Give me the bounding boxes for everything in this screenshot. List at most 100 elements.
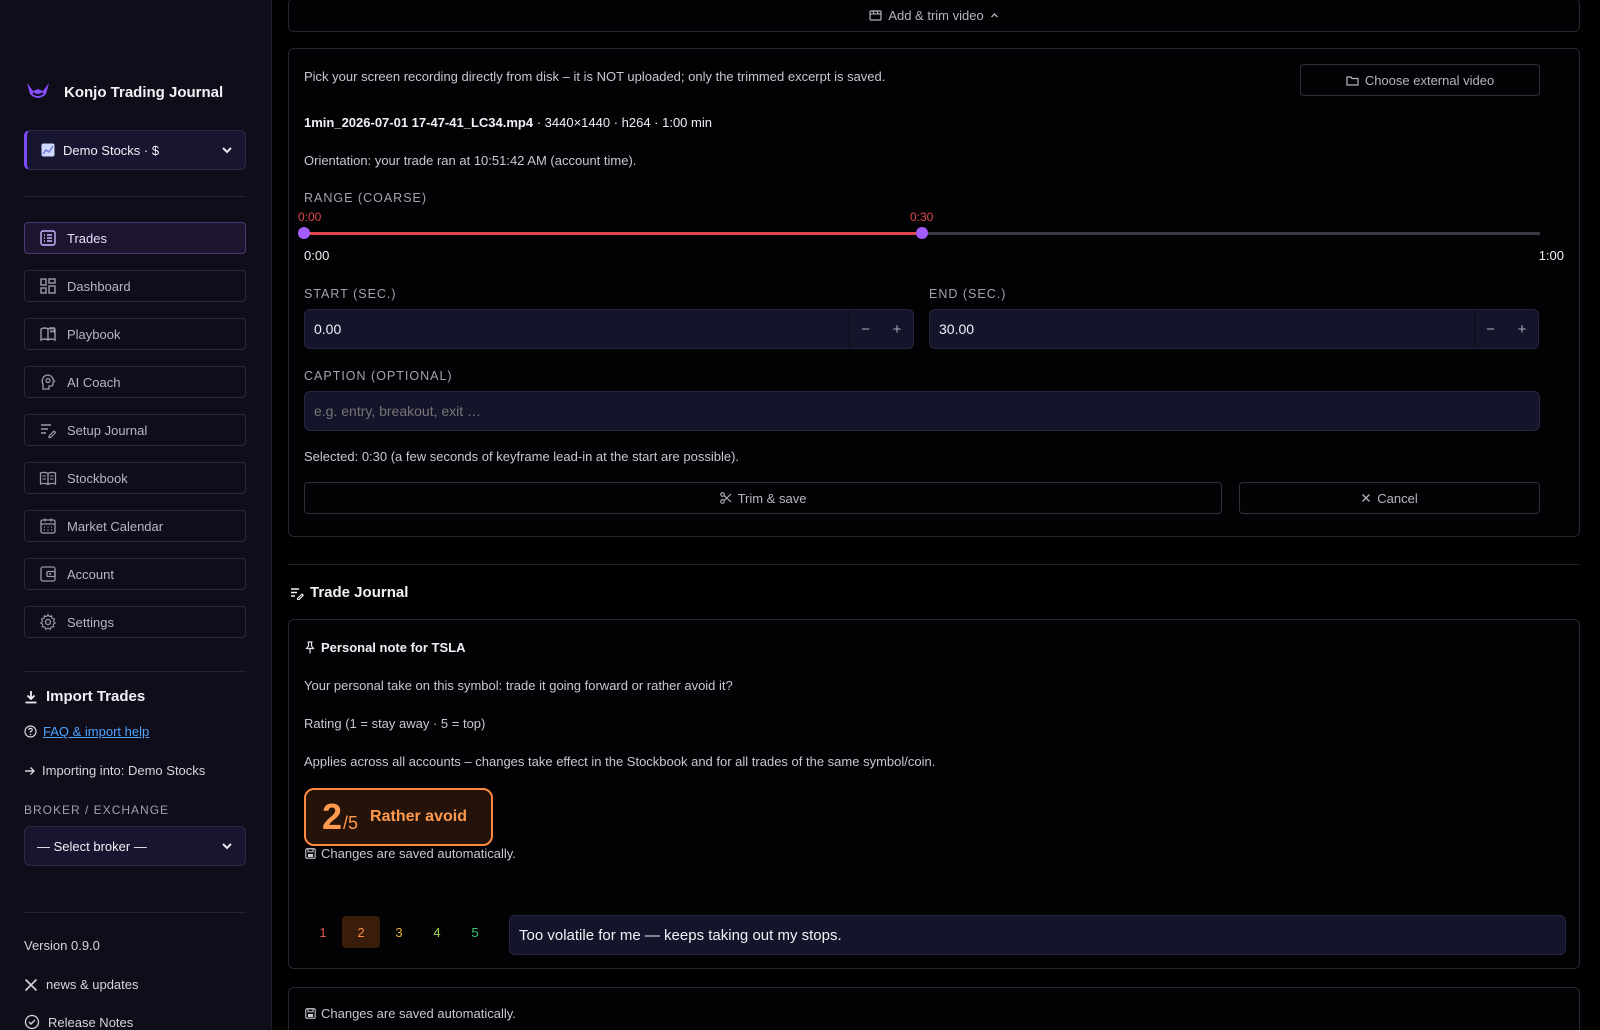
sidebar-divider (24, 671, 246, 672)
news-link-label: news & updates (46, 977, 139, 992)
range-start-value: 0:00 (298, 210, 322, 224)
range-start-handle[interactable] (298, 227, 310, 239)
account-select-label: Demo Stocks · $ (63, 142, 160, 158)
sidebar-item-ai-coach[interactable]: AI Coach (24, 366, 246, 398)
choose-external-video-label: Choose external video (1364, 72, 1495, 88)
edit-lines-icon (41, 424, 57, 439)
save-icon (305, 848, 316, 859)
end-increment-button[interactable]: + (1506, 310, 1538, 348)
personal-note-panel: Personal note for TSLA Your personal tak… (288, 619, 1580, 969)
account-select[interactable]: Demo Stocks · $ (24, 130, 246, 170)
sidebar-item-setup-journal[interactable]: Setup Journal (24, 414, 246, 446)
cancel-button[interactable]: Cancel (1239, 482, 1540, 514)
file-info: 1min_2026-07-01 17-47-41_LC34.mp4 · 3440… (304, 115, 712, 130)
rating-button-3[interactable]: 3 (380, 916, 418, 948)
orientation-text: Orientation: your trade ran at 10:51:42 … (304, 153, 637, 168)
edit-lines-icon (291, 587, 304, 600)
section-divider (288, 564, 1580, 565)
chevron-down-icon (222, 147, 232, 154)
sidebar-item-label: Dashboard (67, 278, 131, 294)
calendar-icon (40, 518, 56, 534)
sidebar-item-label: Trades (67, 230, 107, 246)
selected-duration-text: Selected: 0:30 (a few seconds of keyfram… (304, 449, 740, 464)
trim-save-button[interactable]: Trim & save (304, 482, 1222, 514)
rating-score-max: /5 (343, 813, 359, 833)
book-open-icon (40, 327, 56, 342)
importing-into-label: Importing into: Demo Stocks (42, 763, 206, 778)
pin-icon (305, 641, 315, 654)
sidebar-item-label: Setup Journal (67, 422, 148, 438)
trade-journal-title: Trade Journal (310, 584, 409, 601)
trim-save-label: Trim & save (737, 490, 807, 506)
konjo-logo-icon (27, 83, 49, 98)
trim-description: Pick your screen recording directly from… (304, 69, 886, 84)
add-trim-video-toggle[interactable]: Add & trim video (288, 0, 1580, 32)
dashboard-icon (40, 278, 56, 294)
range-end-value: 0:30 (910, 210, 934, 224)
sidebar-item-playbook[interactable]: Playbook (24, 318, 246, 350)
sidebar-item-account[interactable]: Account (24, 558, 246, 590)
rating-button-4[interactable]: 4 (418, 916, 456, 948)
trade-journal-heading: Trade Journal (290, 584, 408, 601)
applies-text: Applies across all accounts – changes ta… (304, 754, 936, 769)
x-logo-icon (24, 978, 38, 991)
version-label: Version 0.9.0 (24, 938, 100, 953)
main-content: Add & trim video Pick your screen record… (272, 0, 1600, 1030)
note-question: Your personal take on this symbol: trade… (304, 678, 733, 693)
sidebar-item-dashboard[interactable]: Dashboard (24, 270, 246, 302)
rating-button-1[interactable]: 1 (304, 916, 342, 948)
news-link[interactable]: news & updates (24, 977, 139, 992)
rating-scale-text: Rating (1 = stay away · 5 = top) (304, 716, 486, 731)
cancel-label: Cancel (1377, 490, 1418, 506)
range-max-label: 1:00 (1538, 248, 1564, 263)
start-seconds-input[interactable]: 0.00 − + (304, 309, 914, 349)
release-notes-link[interactable]: Release Notes (24, 1014, 133, 1030)
chart-icon (41, 143, 55, 157)
close-icon (1362, 494, 1371, 502)
release-notes-label: Release Notes (48, 1014, 134, 1030)
sidebar-item-label: Market Calendar (67, 518, 164, 534)
broker-select[interactable]: — Select broker — (24, 826, 246, 866)
arrow-right-icon (25, 766, 35, 775)
sidebar-item-market-calendar[interactable]: Market Calendar (24, 510, 246, 542)
brain-icon (41, 374, 56, 390)
help-circle-icon (24, 725, 37, 738)
start-increment-button[interactable]: + (881, 310, 913, 348)
autosave-note: Changes are saved automatically. (305, 846, 516, 861)
end-seconds-input[interactable]: 30.00 − + (929, 309, 1539, 349)
start-decrement-button[interactable]: − (849, 310, 881, 348)
sidebar-divider (24, 196, 246, 197)
film-icon (869, 10, 882, 21)
rating-button-5[interactable]: 5 (456, 916, 494, 948)
start-seconds-value: 0.00 (314, 321, 342, 337)
caption-input[interactable] (304, 391, 1540, 431)
personal-note-input[interactable]: Too volatile for me — keeps taking out m… (509, 915, 1566, 955)
end-label: END (SEC.) (929, 287, 1007, 301)
rating-label: Rather avoid (370, 808, 467, 825)
range-end-handle[interactable] (916, 227, 928, 239)
sidebar-divider (24, 912, 246, 913)
sidebar-item-settings[interactable]: Settings (24, 606, 246, 638)
end-decrement-button[interactable]: − (1474, 310, 1506, 348)
rating-button-2[interactable]: 2 (342, 916, 380, 948)
file-name: 1min_2026-07-01 17-47-41_LC34.mp4 (304, 115, 534, 130)
download-icon (25, 690, 37, 703)
start-label: START (SEC.) (304, 287, 397, 301)
faq-link[interactable]: FAQ & import help (43, 724, 149, 739)
sidebar: Konjo Trading Journal Demo Stocks · $ Tr… (0, 0, 272, 1030)
brand[interactable]: Konjo Trading Journal (24, 80, 223, 104)
add-trim-video-label: Add & trim video (888, 7, 984, 23)
choose-external-video-button[interactable]: Choose external video (1300, 64, 1540, 96)
rating-score-value: 2 (322, 796, 343, 837)
sidebar-item-trades[interactable]: Trades (24, 222, 246, 254)
journal-autosave-panel: Changes are saved automatically. (288, 987, 1580, 1030)
sidebar-item-stockbook[interactable]: Stockbook (24, 462, 246, 494)
scissors-icon (719, 492, 731, 504)
end-seconds-value: 30.00 (939, 321, 975, 337)
book-icon (39, 471, 57, 486)
autosave-label: Changes are saved automatically. (321, 846, 516, 861)
check-badge-icon (24, 1014, 40, 1030)
save-icon (305, 1008, 316, 1019)
autosave-label: Changes are saved automatically. (321, 1006, 516, 1021)
chevron-up-icon (990, 12, 998, 17)
